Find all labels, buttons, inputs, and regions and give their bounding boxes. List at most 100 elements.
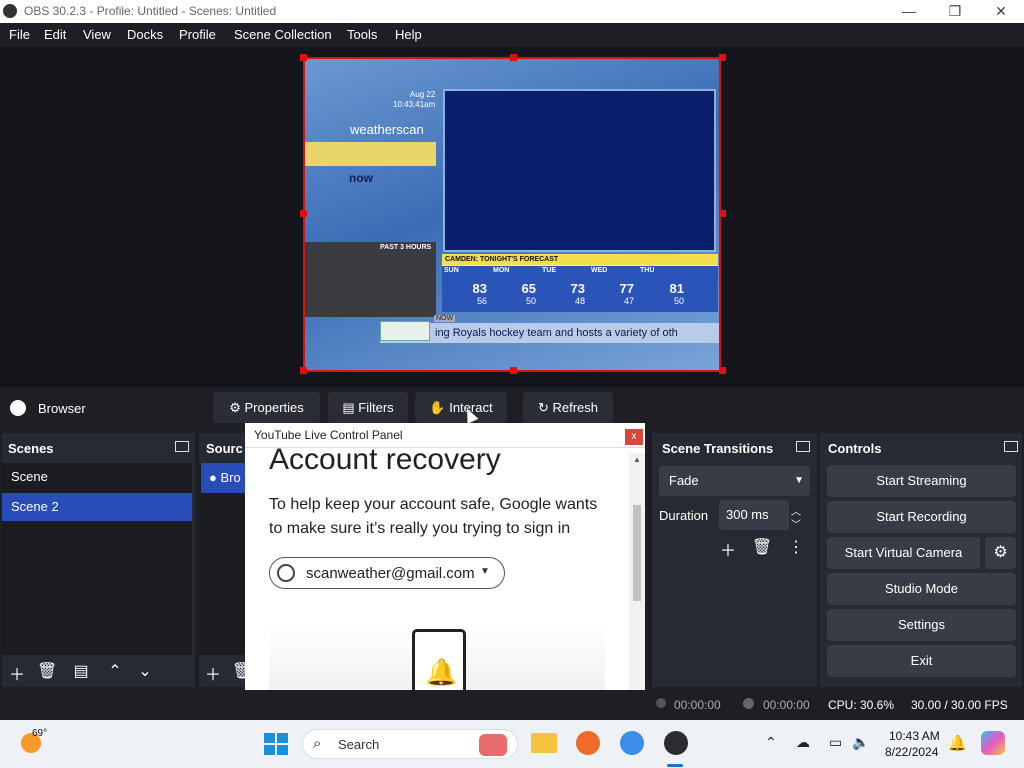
clock-time[interactable]: 10:43 AM (889, 729, 940, 743)
filters-button[interactable]: ▤ Filters (328, 392, 408, 423)
scene-filter-icon[interactable]: ▤ (71, 661, 91, 681)
transition-select[interactable]: Fade ▼ (659, 466, 810, 496)
menu-file[interactable]: File (9, 27, 30, 42)
chevron-down-icon: ▼ (480, 566, 490, 577)
source-name-label: Browser (38, 401, 86, 416)
sources-dock: Sourc ● Bro ＋ 🗑 (199, 433, 246, 687)
add-transition-icon[interactable]: ＋ (717, 537, 739, 561)
windows-start-icon[interactable] (264, 733, 288, 755)
menu-view[interactable]: View (83, 27, 111, 42)
scene-item[interactable]: Scene (2, 463, 192, 491)
scroll-up-icon[interactable]: ▲ (633, 455, 641, 464)
start-virtual-camera-button[interactable]: Start Virtual Camera (827, 537, 980, 569)
resize-handle[interactable] (719, 210, 726, 217)
studio-mode-button[interactable]: Studio Mode (827, 573, 1016, 605)
resize-handle[interactable] (719, 54, 726, 61)
start-streaming-button[interactable]: Start Streaming (827, 465, 1016, 497)
account-chip[interactable]: scanweather@gmail.com ▼ (269, 557, 505, 589)
scene-item-selected[interactable]: Scene 2 (2, 493, 192, 521)
popup-scroll-thumb[interactable] (633, 505, 641, 601)
maximize-button[interactable]: ❐ (932, 0, 978, 23)
title-bar: OBS 30.2.3 - Profile: Untitled - Scenes:… (0, 0, 1024, 23)
resize-handle[interactable] (300, 367, 307, 374)
start-recording-button[interactable]: Start Recording (827, 501, 1016, 533)
window-title: OBS 30.2.3 - Profile: Untitled - Scenes:… (24, 4, 277, 18)
settings-button[interactable]: Settings (827, 609, 1016, 641)
move-up-icon[interactable]: ⌃ (105, 661, 125, 681)
resize-handle[interactable] (510, 54, 517, 61)
menu-docks[interactable]: Docks (127, 27, 163, 42)
scenes-list: Scene Scene 2 (2, 463, 192, 655)
gear-icon: ⚙ (229, 400, 241, 415)
sources-title: Sourc (206, 441, 243, 456)
more-options-icon[interactable]: ⋮ (785, 537, 807, 557)
show-hidden-icons[interactable]: ⌃ (765, 734, 777, 751)
controls-dock: Controls Start Streaming Start Recording… (820, 433, 1022, 687)
trash-icon[interactable]: 🗑 (232, 661, 246, 681)
menu-scene-collection[interactable]: Scene Collection (234, 27, 332, 42)
sources-list: ● Bro (199, 463, 246, 655)
bell-icon: 🔔 (425, 657, 458, 687)
filter-icon: ▤ (342, 400, 355, 415)
selection-box[interactable] (300, 54, 726, 374)
stream-status-icon (656, 698, 666, 708)
refresh-button[interactable]: ↻ Refresh (523, 392, 613, 423)
taskbar-search-box[interactable]: ⌕ Search (302, 729, 518, 759)
search-highlight-icon (479, 734, 507, 756)
obs-app-icon (3, 4, 17, 18)
gear-icon: ⚙ (993, 544, 1008, 561)
source-item[interactable]: ● Bro (201, 463, 246, 493)
undock-icon[interactable] (1004, 441, 1018, 452)
taskbar: 69° ⌕ Search ⌃ ☁ ▭ 🔈 10:43 AM 8/22/2024 … (0, 720, 1024, 768)
scene-transitions-title: Scene Transitions (662, 441, 774, 456)
interact-button[interactable]: ✋ Interact (415, 392, 507, 423)
network-icon[interactable]: ☁ (796, 734, 810, 751)
resize-handle[interactable] (510, 367, 517, 374)
duration-label: Duration (659, 508, 709, 523)
scenes-title: Scenes (8, 441, 54, 456)
undock-icon[interactable] (796, 441, 810, 452)
stream-time: 00:00:00 (674, 698, 721, 712)
copilot-icon[interactable] (981, 731, 1005, 755)
move-down-icon[interactable]: ⌄ (135, 661, 155, 681)
source-toolbar (0, 389, 1024, 427)
file-explorer-icon[interactable] (531, 733, 557, 753)
stepper-down-icon[interactable]: ﹀ (791, 516, 801, 531)
resize-handle[interactable] (719, 367, 726, 374)
record-time: 00:00:00 (763, 698, 810, 712)
virtual-camera-settings-button[interactable]: ⚙ (985, 537, 1016, 569)
close-window-button[interactable]: ✕ (978, 0, 1024, 23)
menu-help[interactable]: Help (395, 27, 422, 42)
resize-handle[interactable] (300, 54, 307, 61)
active-app-indicator (667, 764, 683, 767)
account-recovery-heading: Account recovery (269, 443, 501, 476)
popup-close-button[interactable]: x (625, 429, 643, 445)
trash-icon[interactable]: 🗑 (37, 661, 57, 681)
notification-bell-icon[interactable]: 🔔 (948, 734, 967, 752)
chevron-down-icon: ▼ (794, 475, 804, 486)
volume-icon[interactable]: 🔈 (852, 734, 869, 751)
refresh-icon: ↻ (537, 400, 549, 415)
properties-button[interactable]: ⚙ Properties (213, 392, 320, 423)
recovery-message: To help keep your account safe, Google w… (269, 496, 598, 537)
duration-input[interactable]: 300 ms (719, 500, 789, 530)
resize-handle[interactable] (300, 210, 307, 217)
firefox-icon[interactable] (576, 731, 600, 755)
controls-title: Controls (828, 441, 882, 456)
account-email: scanweather@gmail.com (306, 565, 475, 582)
hand-icon: ✋ (429, 400, 446, 415)
menu-profile[interactable]: Profile (179, 27, 216, 42)
clock-date[interactable]: 8/22/2024 (885, 745, 938, 759)
minimize-button[interactable]: — (886, 0, 932, 23)
exit-button[interactable]: Exit (827, 645, 1016, 677)
undock-icon[interactable] (175, 441, 189, 452)
menu-tools[interactable]: Tools (347, 27, 377, 42)
trash-icon[interactable]: 🗑 (751, 537, 773, 557)
display-icon[interactable]: ▭ (829, 734, 842, 751)
add-scene-icon[interactable]: ＋ (7, 661, 27, 685)
obs-taskbar-icon[interactable] (664, 731, 688, 755)
add-source-icon[interactable]: ＋ (203, 661, 223, 685)
chrome-icon[interactable] (620, 731, 644, 755)
globe-icon (10, 400, 26, 416)
menu-edit[interactable]: Edit (44, 27, 66, 42)
